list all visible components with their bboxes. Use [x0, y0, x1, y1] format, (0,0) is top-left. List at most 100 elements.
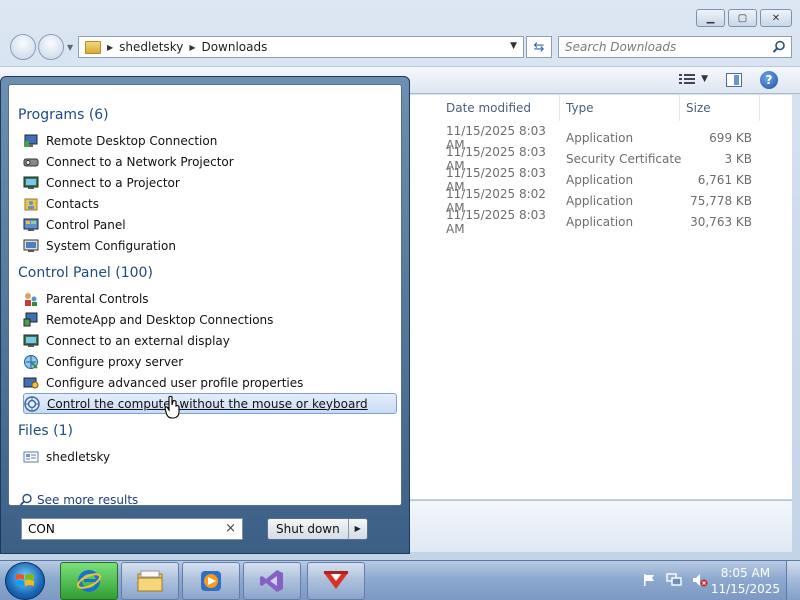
cell-type: Application: [566, 214, 634, 229]
help-button[interactable]: ?: [760, 71, 778, 89]
show-desktop-button[interactable]: [786, 561, 800, 600]
result-connect-projector[interactable]: Connect to a Projector: [23, 172, 397, 193]
search-input[interactable]: [565, 40, 765, 54]
system-tray: [642, 573, 708, 590]
breadcrumb-arrow-icon[interactable]: ▶: [107, 43, 113, 52]
details-pane: [404, 500, 792, 552]
folder-icon: [85, 40, 101, 54]
taskbar-visual-studio[interactable]: [243, 562, 301, 600]
start-menu: Programs (6) Remote Desktop Connection C…: [0, 76, 410, 554]
cell-type: Application: [566, 172, 634, 187]
media-player-icon: [201, 571, 221, 591]
control-panel-icon: [23, 217, 39, 233]
remote-desktop-icon: [23, 133, 39, 149]
app-logo-icon: [324, 571, 348, 589]
result-system-configuration[interactable]: System Configuration: [23, 235, 397, 256]
result-connect-external-display[interactable]: Connect to an external display: [23, 330, 397, 351]
network-icon[interactable]: [666, 573, 682, 590]
change-view-button[interactable]: ▼: [679, 73, 708, 85]
result-configure-proxy-server[interactable]: Configure proxy server: [23, 351, 397, 372]
file-icon: [23, 449, 39, 465]
group-header-programs[interactable]: Programs (6): [18, 107, 109, 123]
windows-logo-icon: [16, 574, 34, 586]
file-rows: 11/15/2025 8:03 AM Application 699 KB 11…: [404, 124, 792, 236]
external-display-icon: [23, 333, 39, 349]
breadcrumb-item-downloads[interactable]: Downloads: [201, 40, 267, 54]
system-clock[interactable]: 8:05 AM 11/15/2025: [711, 565, 780, 597]
preview-pane-button[interactable]: [726, 73, 742, 87]
close-button[interactable]: ✕: [760, 9, 792, 27]
action-center-flag-icon[interactable]: [642, 573, 656, 590]
refresh-icon: ⇆: [533, 39, 545, 55]
maximize-button[interactable]: ▢: [728, 9, 757, 27]
cell-size: 75,778 KB: [690, 193, 752, 208]
cell-size: 3 KB: [724, 151, 752, 166]
taskbar-media-player[interactable]: [182, 562, 240, 600]
views-dropdown-icon: ▼: [701, 74, 708, 84]
taskbar-internet-explorer[interactable]: [60, 562, 118, 600]
search-icon[interactable]: [772, 40, 786, 57]
shutdown-button[interactable]: Shut down: [268, 519, 349, 539]
network-projector-icon: [23, 154, 39, 170]
table-row[interactable]: 11/15/2025 8:03 AM Application 30,763 KB: [404, 208, 792, 236]
folder-icon: [137, 570, 163, 592]
forward-button[interactable]: [38, 34, 64, 60]
group-header-files[interactable]: Files (1): [18, 423, 73, 439]
clear-search-icon[interactable]: ×: [225, 521, 236, 536]
result-control-panel[interactable]: Control Panel: [23, 214, 397, 235]
internet-explorer-icon: [76, 570, 102, 592]
recent-pages-dropdown-icon[interactable]: ▼: [67, 43, 73, 52]
start-search-input[interactable]: [28, 522, 218, 536]
result-remote-desktop-connection[interactable]: Remote Desktop Connection: [23, 130, 397, 151]
see-more-results-link[interactable]: See more results: [19, 493, 138, 507]
system-configuration-icon: [23, 238, 39, 254]
back-button[interactable]: [10, 34, 36, 60]
maximize-icon: ▢: [737, 12, 748, 24]
visual-studio-icon: [260, 570, 283, 592]
shutdown-options-arrow-icon[interactable]: ▶: [349, 519, 367, 539]
user-profile-icon: [23, 375, 39, 391]
result-remoteapp-desktop-connections[interactable]: RemoteApp and Desktop Connections: [23, 309, 397, 330]
result-configure-user-profile[interactable]: Configure advanced user profile properti…: [23, 372, 397, 393]
result-parental-controls[interactable]: Parental Controls: [23, 288, 397, 309]
close-icon: ✕: [771, 12, 781, 24]
column-headers: Date modified Type Size: [404, 95, 792, 121]
result-connect-network-projector[interactable]: Connect to a Network Projector: [23, 151, 397, 172]
cell-size: 6,761 KB: [697, 172, 752, 187]
volume-muted-icon[interactable]: [692, 573, 708, 590]
navigation-bar: ▼ ▶ shedletsky ▶ Downloads ▼ ⇆: [8, 34, 792, 60]
taskbar: 8:05 AM 11/15/2025: [0, 560, 800, 600]
result-file-shedletsky[interactable]: shedletsky: [23, 446, 397, 467]
start-search-box[interactable]: ×: [21, 518, 243, 540]
breadcrumb-item-user[interactable]: shedletsky: [119, 40, 183, 54]
column-size[interactable]: Size: [680, 95, 760, 121]
address-dropdown-icon[interactable]: ▼: [510, 41, 517, 51]
column-date-modified[interactable]: Date modified: [440, 95, 560, 121]
column-type[interactable]: Type: [560, 95, 680, 121]
address-bar[interactable]: ▶ shedletsky ▶ Downloads ▼: [78, 36, 524, 58]
cell-type: Application: [566, 130, 634, 145]
projector-icon: [23, 175, 39, 191]
remoteapp-icon: [23, 312, 39, 328]
parental-controls-icon: [23, 291, 39, 307]
refresh-button[interactable]: ⇆: [526, 36, 552, 58]
cell-type: Security Certificate: [566, 151, 682, 166]
cell-size: 699 KB: [709, 130, 752, 145]
search-icon: [19, 493, 33, 507]
hand-cursor-icon: [164, 395, 182, 422]
search-box[interactable]: [558, 36, 792, 58]
start-button[interactable]: [5, 562, 45, 600]
clock-time: 8:05 AM: [720, 566, 771, 580]
breadcrumb-arrow-icon[interactable]: ▶: [189, 43, 195, 52]
search-results-panel: Programs (6) Remote Desktop Connection C…: [8, 84, 402, 507]
group-header-control-panel[interactable]: Control Panel (100): [18, 265, 153, 281]
contacts-icon: [23, 196, 39, 212]
result-control-without-mouse-keyboard[interactable]: Control the computer without the mouse o…: [23, 393, 397, 414]
proxy-server-icon: [23, 354, 39, 370]
result-contacts[interactable]: Contacts: [23, 193, 397, 214]
details-view-icon: [679, 74, 696, 84]
taskbar-app-red[interactable]: [307, 562, 365, 600]
clock-date: 11/15/2025: [710, 582, 780, 596]
taskbar-windows-explorer[interactable]: [121, 562, 179, 600]
minimize-button[interactable]: ▁: [696, 9, 725, 27]
